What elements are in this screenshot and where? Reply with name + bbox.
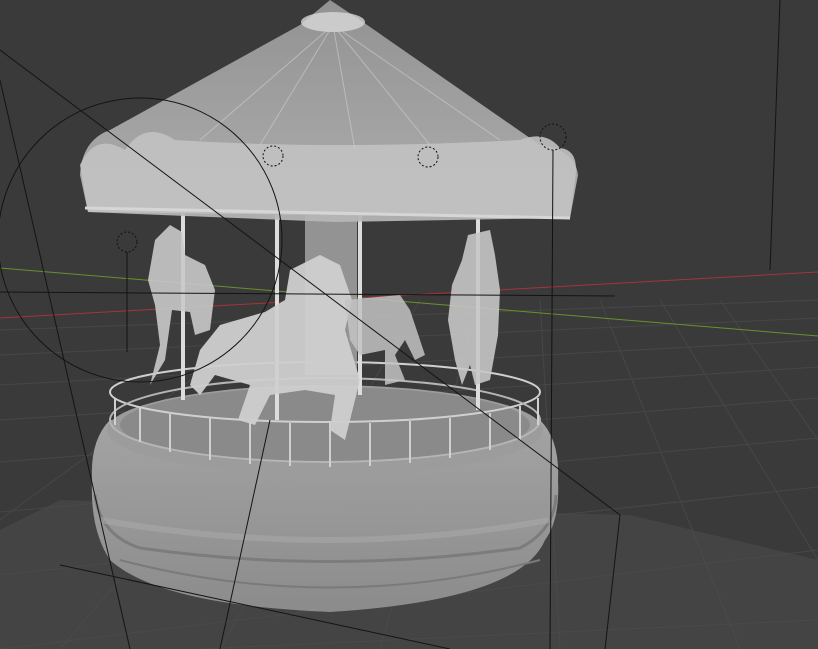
3d-viewport[interactable]: [0, 0, 818, 649]
carousel-base: [91, 385, 559, 612]
